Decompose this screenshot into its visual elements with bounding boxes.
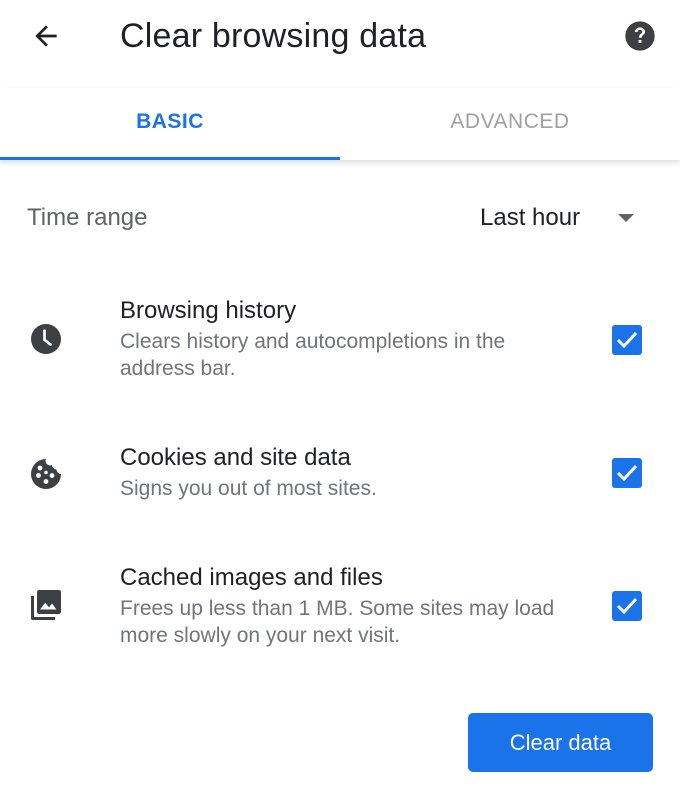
time-range-row: Time range Last hour [0,190,680,250]
tab-advanced[interactable]: ADVANCED [340,88,680,160]
option-title: Cached images and files [120,564,383,591]
app-bar: Clear browsing data [0,0,680,78]
cookie-icon [31,459,61,489]
option-description: Signs you out of most sites. [120,477,377,500]
time-range-value: Last hour [480,204,581,231]
history-clock-icon [31,324,61,354]
tab-bar: BASIC ADVANCED [0,88,680,160]
clear-data-button[interactable]: Clear data [468,713,653,772]
option-cached-images[interactable]: Cached images and files Frees up less th… [0,563,680,663]
help-button[interactable] [624,20,656,52]
option-title: Cookies and site data [120,444,351,471]
back-button[interactable] [26,16,66,56]
option-description: Clears history and autocompletions in th… [120,330,506,380]
cached-images-checkbox[interactable] [612,591,642,621]
checkmark-icon [616,597,638,615]
cookies-checkbox[interactable] [612,458,642,488]
photo-library-icon [31,590,61,620]
page-title: Clear browsing data [120,17,427,55]
checkmark-icon [616,331,638,349]
browsing-history-checkbox[interactable] [612,325,642,355]
option-cookies[interactable]: Cookies and site data Signs you out of m… [0,443,680,513]
time-range-select[interactable]: Last hour [470,196,650,242]
dropdown-caret-icon [618,214,634,222]
tab-basic[interactable]: BASIC [0,88,340,160]
arrow-back-icon [35,25,57,47]
tab-selected-indicator [0,157,340,160]
checkmark-icon [616,464,638,482]
option-title: Browsing history [120,297,297,324]
help-icon [625,21,655,51]
time-range-label: Time range [27,204,148,231]
option-browsing-history[interactable]: Browsing history Clears history and auto… [0,296,680,396]
option-description: Frees up less than 1 MB. Some sites may … [120,597,555,647]
